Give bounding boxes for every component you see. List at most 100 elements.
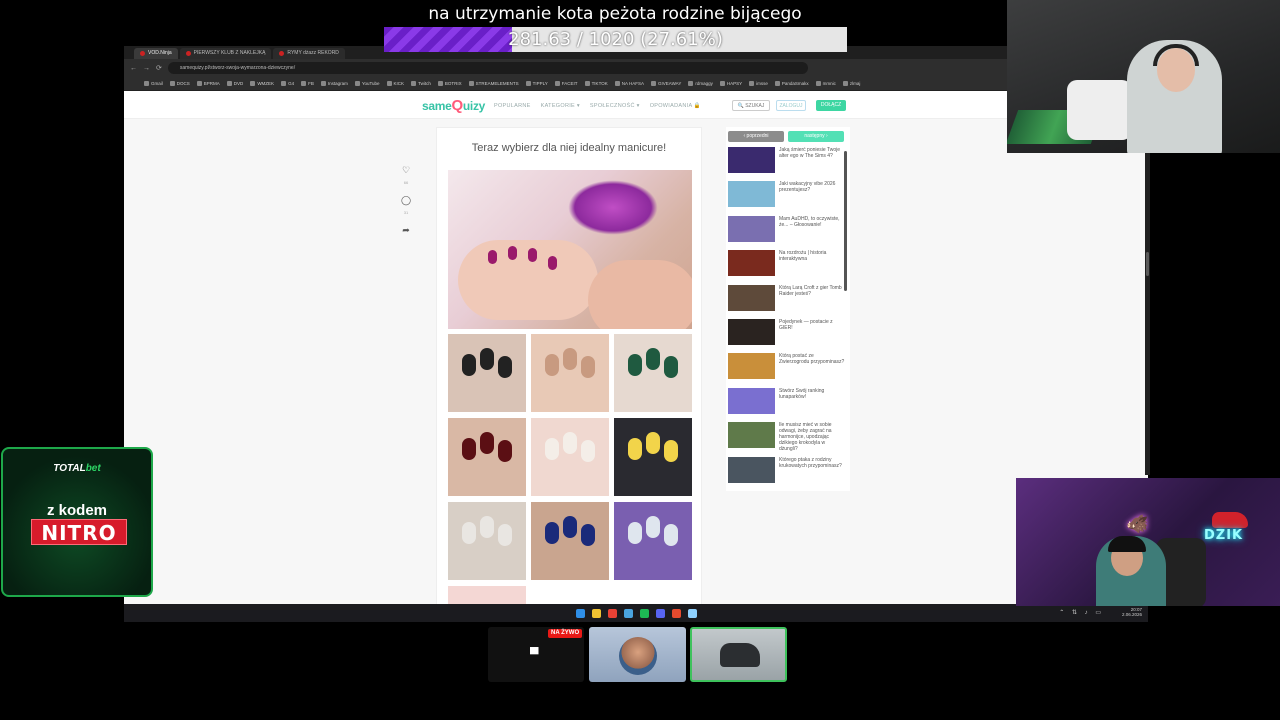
- tab-favicon-icon: [140, 51, 145, 56]
- clock-date: 2.06.2026: [1121, 612, 1142, 617]
- heart-icon[interactable]: ♡: [402, 165, 410, 176]
- answer-option[interactable]: [531, 334, 609, 412]
- bookmark-icon: [815, 81, 821, 86]
- nav-categories[interactable]: KATEGORIE ▾: [541, 103, 580, 109]
- back-icon[interactable]: ←: [130, 65, 137, 72]
- related-quiz-item[interactable]: Jaki wakacyjny vibe 2026 prezentujesz?: [726, 181, 846, 215]
- discord-icon[interactable]: [655, 608, 665, 618]
- bookmark-item[interactable]: BOTRIX: [437, 81, 462, 86]
- related-quiz-item[interactable]: Pojedynek — postacie z GIER!: [726, 318, 846, 353]
- answer-option[interactable]: [448, 334, 526, 412]
- start-icon[interactable]: [575, 608, 585, 618]
- steam-icon[interactable]: [623, 608, 633, 618]
- browser-tab[interactable]: PIERWSZY KLUB Z NAKLEJKĄ: [179, 48, 272, 59]
- bookmark-item[interactable]: HAPSY: [719, 81, 742, 86]
- bookmark-item[interactable]: STREAMELEMENTS: [468, 81, 519, 86]
- bookmark-item[interactable]: YouTube: [354, 81, 380, 86]
- answer-option[interactable]: [614, 502, 692, 580]
- bookmark-item[interactable]: TIPPLY: [525, 81, 548, 86]
- system-clock[interactable]: 20:07 2.06.2026: [1122, 607, 1142, 617]
- previous-button[interactable]: ‹ poprzedni: [728, 131, 784, 142]
- nail-shape: [545, 522, 559, 544]
- tray-icons[interactable]: ⌃ ⇅ ♪ ▭: [1059, 609, 1104, 616]
- obs-icon[interactable]: [671, 608, 681, 618]
- search-button[interactable]: 🔍 SZUKAJ: [732, 100, 770, 111]
- bookmark-icon: [651, 81, 656, 86]
- related-quizzes-sidebar: ‹ poprzedni następny › Jaką śmierć ponie…: [726, 127, 850, 491]
- chrome-icon[interactable]: [607, 608, 617, 618]
- bookmark-icon: [437, 81, 443, 86]
- next-button[interactable]: następny ›: [788, 131, 844, 142]
- answer-option[interactable]: [531, 502, 609, 580]
- related-quiz-item[interactable]: Którą postać ze Zwierzogrodu przypominas…: [726, 353, 846, 387]
- bookmark-item[interactable]: zlmaj: [842, 81, 860, 86]
- nav-stories[interactable]: OPOWIADANIA 🔒: [650, 103, 701, 109]
- bookmark-icon: [354, 81, 360, 86]
- nail-shape: [498, 440, 512, 462]
- answer-option[interactable]: [531, 418, 609, 496]
- call-tile-participant[interactable]: [690, 627, 787, 682]
- bookmark-item[interactable]: WMZEK: [250, 81, 274, 86]
- bookmark-item[interactable]: TIKTOK: [584, 81, 608, 86]
- bookmark-item[interactable]: imsse: [749, 81, 768, 86]
- sidebar-scrollbar[interactable]: [844, 151, 847, 291]
- bookmark-item[interactable]: KICK: [386, 81, 404, 86]
- related-quiz-item[interactable]: Na rozdrożu | historia interaktywna: [726, 250, 846, 284]
- related-quiz-item[interactable]: Jaką śmierć poniesie Twoje alter ego w T…: [726, 147, 846, 181]
- bookmark-icon: [281, 81, 287, 86]
- reload-icon[interactable]: ⟳: [156, 64, 162, 72]
- url-field[interactable]: samequizy.pl/stworz-swoja-wymarzona-dzie…: [167, 62, 808, 74]
- window-scrollbar[interactable]: [1145, 152, 1150, 475]
- app-icon[interactable]: [687, 608, 697, 618]
- bookmark-item[interactable]: DOCS: [169, 81, 190, 86]
- bookmark-item[interactable]: NA HAFSA: [614, 81, 644, 86]
- sponsor-brand-a: TOTAL: [53, 463, 86, 474]
- browser-tab[interactable]: RYMY dżazz REKORD: [273, 48, 345, 59]
- forward-icon[interactable]: →: [143, 65, 150, 72]
- nav-community[interactable]: SPOŁECZNOŚĆ ▾: [590, 103, 640, 109]
- nav-popular[interactable]: POPULARNE: [494, 103, 531, 109]
- share-icon[interactable]: ➦: [402, 225, 410, 236]
- call-tile-participant[interactable]: [589, 627, 686, 682]
- site-logo[interactable]: sameQuizy: [422, 97, 485, 114]
- bookmark-item[interactable]: DVD: [226, 81, 243, 86]
- bookmark-item[interactable]: Gmail: [144, 81, 163, 86]
- folder-icon[interactable]: [591, 608, 601, 618]
- related-quiz-item[interactable]: Stwórz Swój ranking lunaparków!: [726, 387, 846, 422]
- like-count: 66: [403, 180, 409, 185]
- comment-icon[interactable]: ◯: [401, 195, 411, 206]
- bookmark-item[interactable]: G4: [281, 81, 294, 86]
- related-quiz-item[interactable]: Mam AuDHD, to oczywiste, że... – Głosowa…: [726, 215, 846, 250]
- comment-count: 31: [403, 210, 409, 215]
- nail-shape: [646, 516, 660, 538]
- spotify-icon[interactable]: [639, 608, 649, 618]
- answer-option[interactable]: [448, 502, 526, 580]
- bookmark-item[interactable]: PandaSmakx: [774, 81, 809, 86]
- bookmark-item[interactable]: FB: [301, 81, 314, 86]
- related-quiz-item[interactable]: Ile musisz mieć w sobie odwagi, żeby zag…: [726, 422, 846, 456]
- signup-button[interactable]: DOŁĄCZ: [816, 100, 846, 111]
- answer-option[interactable]: [614, 334, 692, 412]
- login-button[interactable]: ZALOGUJ: [776, 100, 806, 111]
- tab-favicon-icon: [279, 51, 285, 56]
- bookmark-item[interactable]: Twitch: [411, 81, 431, 86]
- bookmark-item[interactable]: Instagram: [320, 81, 348, 86]
- bookmark-item[interactable]: mmnic: [815, 81, 836, 86]
- bookmark-icon: [749, 81, 755, 86]
- bookmark-icon: [226, 81, 232, 86]
- nail-shape: [581, 524, 595, 546]
- related-quiz-item[interactable]: Którego ptaka z rodziny krukowatych przy…: [726, 456, 846, 491]
- quiz-thumbnail: [728, 181, 775, 208]
- scroll-thumb[interactable]: [1146, 252, 1149, 276]
- bookmark-item[interactable]: rdmaggy: [688, 81, 713, 86]
- bookmark-item[interactable]: BPRMA: [196, 81, 220, 86]
- bookmark-icon: [196, 81, 202, 86]
- related-quiz-item[interactable]: Którą Larą Croft z gier Tomb Raider jest…: [726, 284, 846, 319]
- answer-option[interactable]: [448, 418, 526, 496]
- quiz-title: Stwórz Swój ranking lunaparków!: [779, 387, 825, 400]
- answer-option[interactable]: [614, 418, 692, 496]
- bookmark-icon: [842, 81, 848, 86]
- browser-tab[interactable]: VOD.Ninja: [134, 48, 178, 59]
- bookmark-item[interactable]: FACEIT: [554, 81, 578, 86]
- bookmark-item[interactable]: GIVEAWAY: [651, 81, 681, 86]
